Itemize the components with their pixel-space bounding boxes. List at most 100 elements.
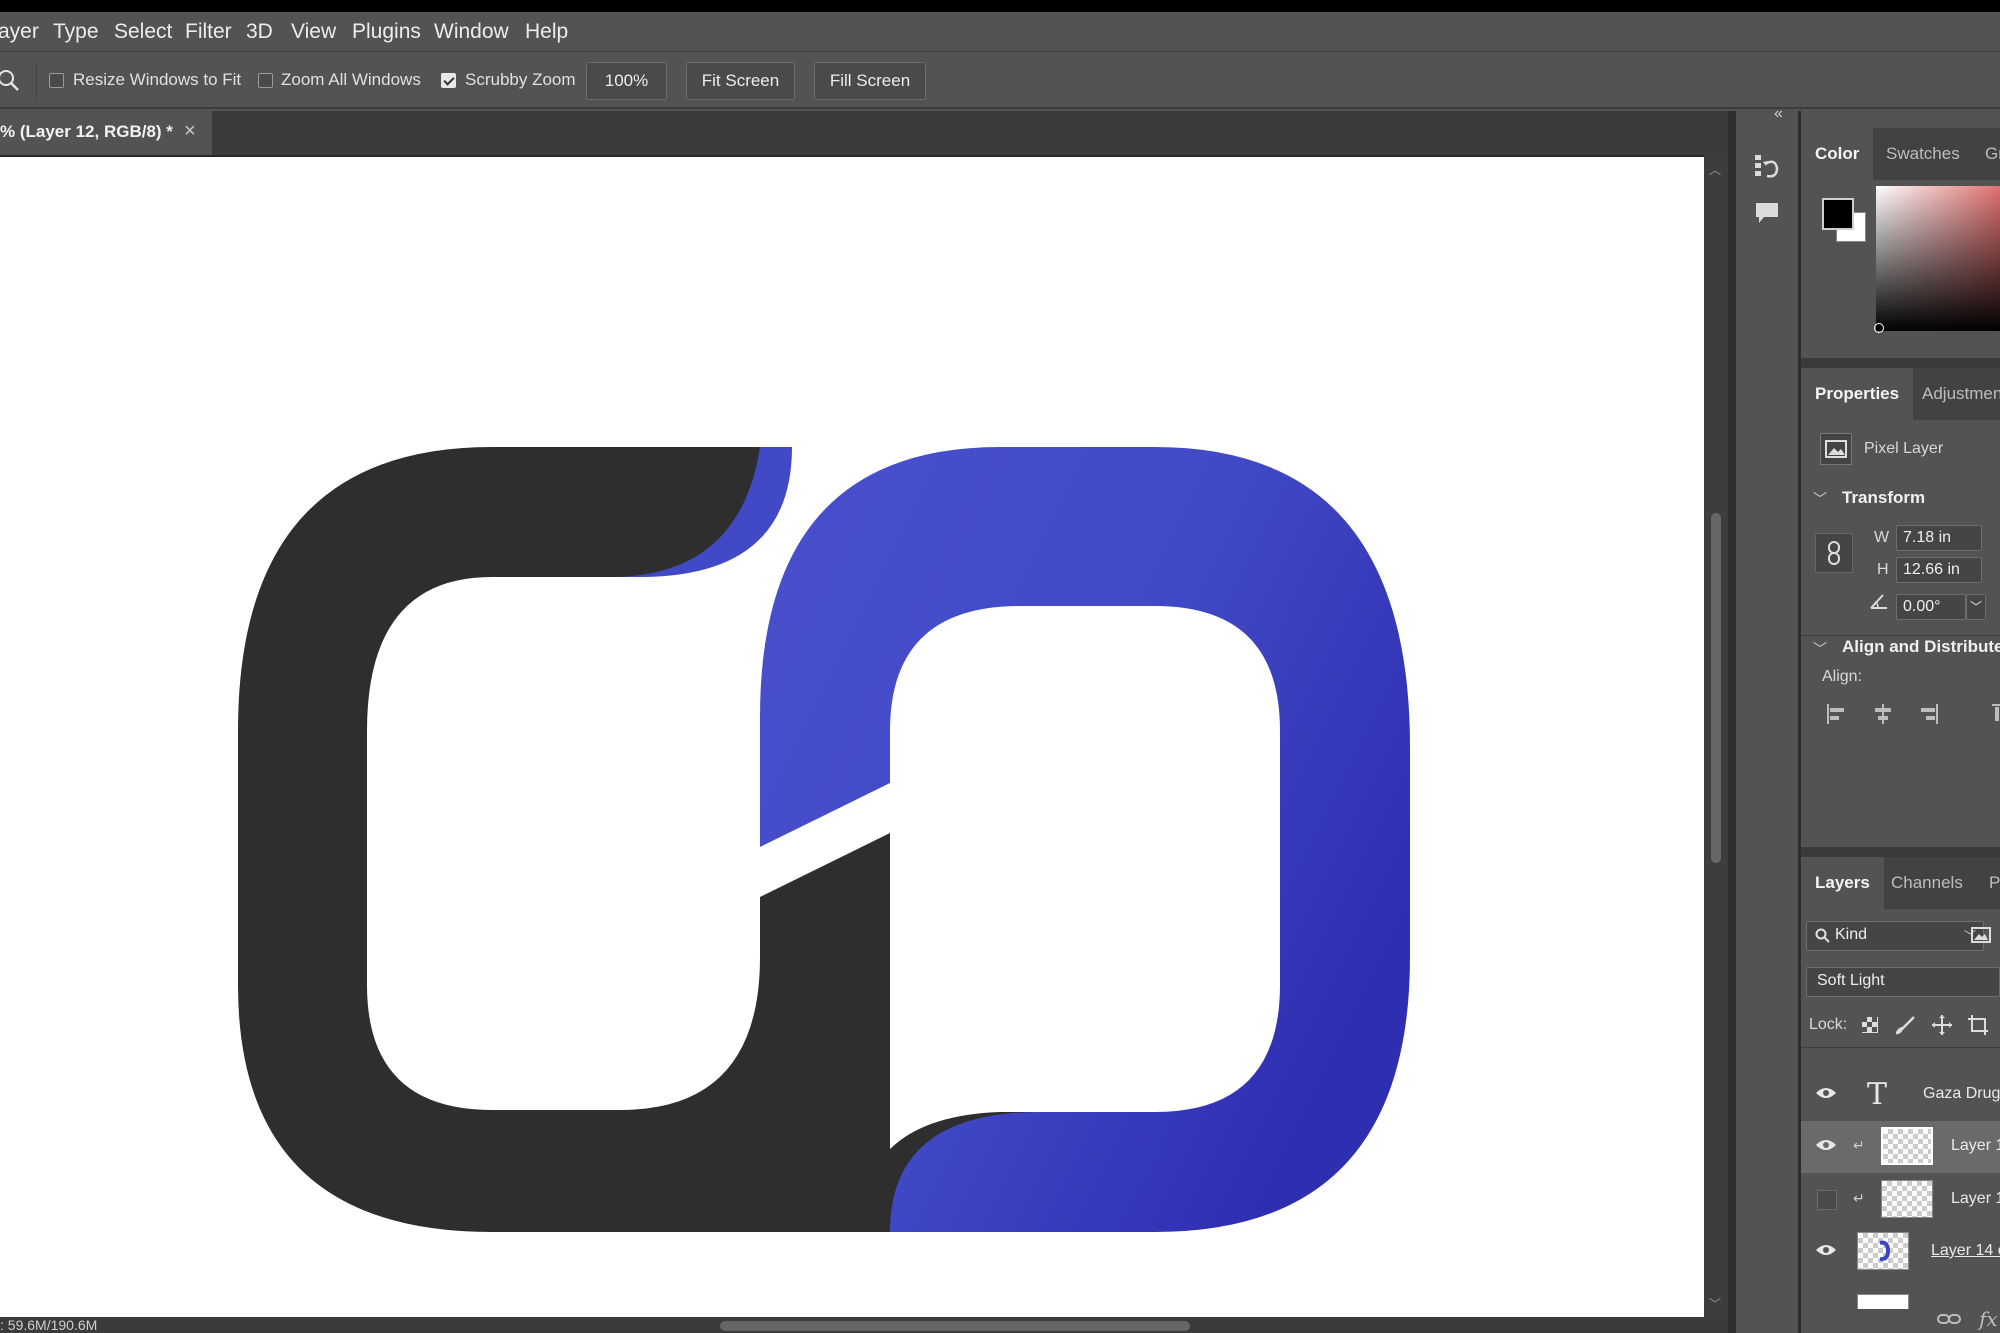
angle-dropdown-chevron-icon[interactable]: ﹀: [1966, 594, 1986, 620]
vertical-scroll-thumb[interactable]: [1711, 513, 1721, 863]
layers-list-top-border: [1801, 1047, 2000, 1048]
blend-mode-dropdown[interactable]: Soft Light: [1806, 967, 2000, 997]
layer-name[interactable]: Layer 14 c: [1931, 1242, 2000, 1260]
layer-name[interactable]: Layer 1: [1951, 1190, 2000, 1208]
vertical-scrollbar[interactable]: ︿ ﹀: [1704, 155, 1728, 1317]
zoom-icon[interactable]: [0, 69, 22, 93]
document-size-status[interactable]: : 59.6M/190.6M: [0, 1317, 97, 1333]
resize-windows-checkbox[interactable]: [49, 73, 64, 88]
menu-window[interactable]: Window: [434, 12, 509, 52]
resize-windows-label[interactable]: Resize Windows to Fit: [73, 69, 241, 91]
tab-channels[interactable]: Channels: [1891, 857, 1963, 909]
horizontal-scroll-thumb[interactable]: [720, 1321, 1190, 1331]
menu-help[interactable]: Help: [525, 12, 568, 52]
fill-screen-button[interactable]: Fill Screen: [814, 62, 926, 100]
menu-bar: ayer Type Select Filter 3D View Plugins …: [0, 12, 2000, 52]
window-top-strip: [0, 0, 2000, 12]
tab-layers[interactable]: Layers: [1801, 857, 1884, 909]
angle-field[interactable]: 0.00°: [1896, 594, 1966, 620]
menu-layer[interactable]: ayer: [0, 12, 39, 52]
scrubby-zoom-label[interactable]: Scrubby Zoom: [465, 69, 576, 91]
eye-icon[interactable]: [1815, 1242, 1837, 1262]
scroll-up-icon[interactable]: ︿: [1709, 161, 1721, 178]
layer-thumbnail[interactable]: [1881, 1180, 1933, 1218]
link-icon[interactable]: [1815, 533, 1853, 573]
tab-swatches[interactable]: Swatches: [1886, 128, 1960, 180]
clipping-mask-icon: ↵: [1853, 1190, 1865, 1206]
menu-3d[interactable]: 3D: [246, 12, 273, 52]
filter-kind-label: Kind: [1835, 926, 1868, 943]
layer-type-label: Pixel Layer: [1864, 440, 1944, 457]
width-field[interactable]: 7.18 in: [1896, 525, 1982, 551]
fit-screen-button[interactable]: Fit Screen: [686, 62, 795, 100]
lock-position-icon[interactable]: [1931, 1014, 1953, 1041]
angle-icon: [1869, 592, 1889, 615]
menu-filter[interactable]: Filter: [185, 12, 232, 52]
lock-label: Lock:: [1809, 1016, 1848, 1033]
color-picker-cursor[interactable]: [1874, 323, 1884, 333]
logo-artwork: [238, 447, 1410, 1232]
scrubby-zoom-checkbox[interactable]: [441, 73, 456, 88]
layer-name[interactable]: Gaza Drug: [1923, 1085, 2000, 1103]
align-distribute-section-title[interactable]: Align and Distribute: [1842, 637, 2000, 657]
pixel-layer-icon: [1820, 433, 1852, 465]
layer-row[interactable]: ↵ Layer 1: [1801, 1174, 2000, 1226]
lock-image-pixels-icon[interactable]: [1895, 1015, 1916, 1040]
document-tab-bar: % (Layer 12, RGB/8) * ×: [0, 111, 1728, 155]
history-panel-icon[interactable]: [1747, 147, 1787, 187]
link-layers-icon[interactable]: [1937, 1311, 1961, 1332]
section-divider: [1801, 635, 2000, 636]
align-top-icon[interactable]: [1991, 703, 2000, 730]
visibility-toggle-off[interactable]: [1817, 1190, 1837, 1210]
lock-artboard-icon[interactable]: [1967, 1014, 1989, 1041]
layer-filter-kind-dropdown[interactable]: Kind ﹀: [1806, 921, 1984, 951]
zoom-level-field[interactable]: 100%: [586, 62, 667, 100]
layer-thumbnail[interactable]: [1857, 1232, 1909, 1270]
tab-color[interactable]: Color: [1801, 128, 1874, 180]
align-left-icon[interactable]: [1825, 703, 1847, 730]
chevron-down-icon[interactable]: ﹀: [1813, 489, 1827, 509]
document-canvas[interactable]: [0, 157, 1704, 1317]
close-tab-icon[interactable]: ×: [184, 120, 196, 143]
transform-section-title[interactable]: Transform: [1842, 488, 1925, 508]
tab-paths[interactable]: P: [1989, 857, 2000, 909]
right-panels: Color Swatches Gr Properties Adjustmen P…: [1801, 111, 2000, 1333]
zoom-all-windows-checkbox[interactable]: [258, 73, 273, 88]
align-right-icon[interactable]: [1918, 703, 1940, 730]
eye-icon[interactable]: [1815, 1085, 1837, 1105]
color-picker-field[interactable]: [1876, 186, 2000, 331]
tab-gradients[interactable]: Gr: [1985, 128, 2000, 180]
filter-pixel-layer-icon[interactable]: [1971, 926, 1991, 949]
zoom-all-windows-label[interactable]: Zoom All Windows: [281, 69, 421, 91]
tab-properties[interactable]: Properties: [1801, 368, 1914, 420]
collapse-dock-icon[interactable]: «: [1774, 105, 1783, 123]
menu-plugins[interactable]: Plugins: [352, 12, 421, 52]
menu-type[interactable]: Type: [53, 12, 99, 52]
width-label: W: [1874, 529, 1890, 546]
align-horizontal-center-icon[interactable]: [1872, 703, 1894, 730]
eye-icon[interactable]: [1815, 1137, 1837, 1157]
document-tab-title: % (Layer 12, RGB/8) *: [0, 122, 173, 141]
layer-row-selected[interactable]: ↵ Layer 1: [1801, 1121, 2000, 1173]
tab-adjustments[interactable]: Adjustmen: [1922, 368, 2000, 420]
chevron-down-icon[interactable]: ﹀: [1813, 639, 1827, 659]
layer-row[interactable]: T Gaza Drug: [1801, 1069, 2000, 1121]
search-icon: [1815, 928, 1831, 949]
menu-select[interactable]: Select: [114, 12, 172, 52]
dock-gutter: [1728, 111, 1736, 1333]
layer-thumbnail[interactable]: [1881, 1127, 1933, 1165]
scroll-down-icon[interactable]: ﹀: [1709, 1295, 1721, 1312]
panel-divider: [1801, 358, 2000, 368]
layers-footer: fx: [1801, 1307, 2000, 1333]
fx-icon[interactable]: fx: [1979, 1307, 1998, 1331]
layer-row[interactable]: Layer 14 c: [1801, 1226, 2000, 1278]
menu-view[interactable]: View: [291, 12, 336, 52]
layer-name[interactable]: Layer 1: [1951, 1137, 2000, 1155]
document-tab[interactable]: % (Layer 12, RGB/8) * ×: [0, 111, 212, 155]
foreground-color-swatch[interactable]: [1822, 198, 1854, 230]
lock-transparent-pixels-icon[interactable]: [1861, 1016, 1879, 1039]
comments-panel-icon[interactable]: [1747, 193, 1787, 233]
status-bar: : 59.6M/190.6M: [0, 1317, 1728, 1333]
blend-mode-label: Soft Light: [1817, 972, 1885, 989]
height-field[interactable]: 12.66 in: [1896, 557, 1982, 583]
